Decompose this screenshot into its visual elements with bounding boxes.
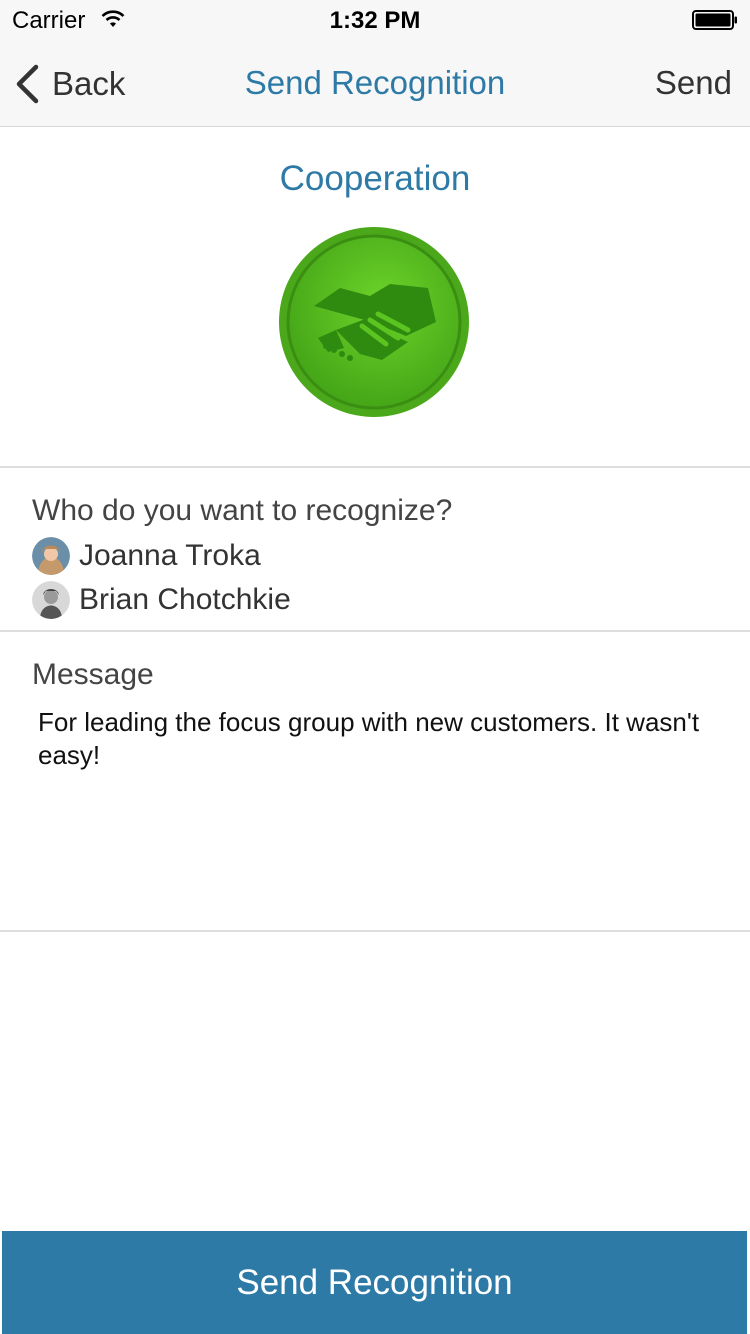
- avatar: [32, 537, 70, 575]
- message-section: Message For leading the focus group with…: [0, 632, 750, 932]
- recipients-prompt: Who do you want to recognize?: [32, 494, 453, 527]
- award-title: Cooperation: [279, 159, 471, 198]
- handshake-icon[interactable]: [278, 226, 470, 418]
- recipients-section: Who do you want to recognize? Joanna Tro…: [0, 468, 750, 632]
- recipient-name: Brian Chotchkie: [79, 583, 291, 616]
- status-bar: Carrier 1:32 PM: [0, 0, 750, 40]
- navigation-bar: Back Send Recognition Send: [0, 40, 750, 127]
- page-title: Send Recognition: [244, 64, 506, 101]
- message-label: Message: [32, 658, 154, 691]
- avatar: [32, 581, 70, 619]
- send-recognition-button[interactable]: Send Recognition: [2, 1231, 747, 1334]
- send-button[interactable]: Send: [655, 64, 732, 102]
- battery-icon: [692, 10, 737, 30]
- award-section: Cooperation: [0, 127, 750, 468]
- clock: 1:32 PM: [329, 7, 421, 34]
- recipient-item[interactable]: Brian Chotchkie: [32, 580, 291, 620]
- recipient-item[interactable]: Joanna Troka: [32, 536, 261, 576]
- recipient-name: Joanna Troka: [79, 539, 261, 572]
- message-field[interactable]: For leading the focus group with new cus…: [38, 706, 718, 772]
